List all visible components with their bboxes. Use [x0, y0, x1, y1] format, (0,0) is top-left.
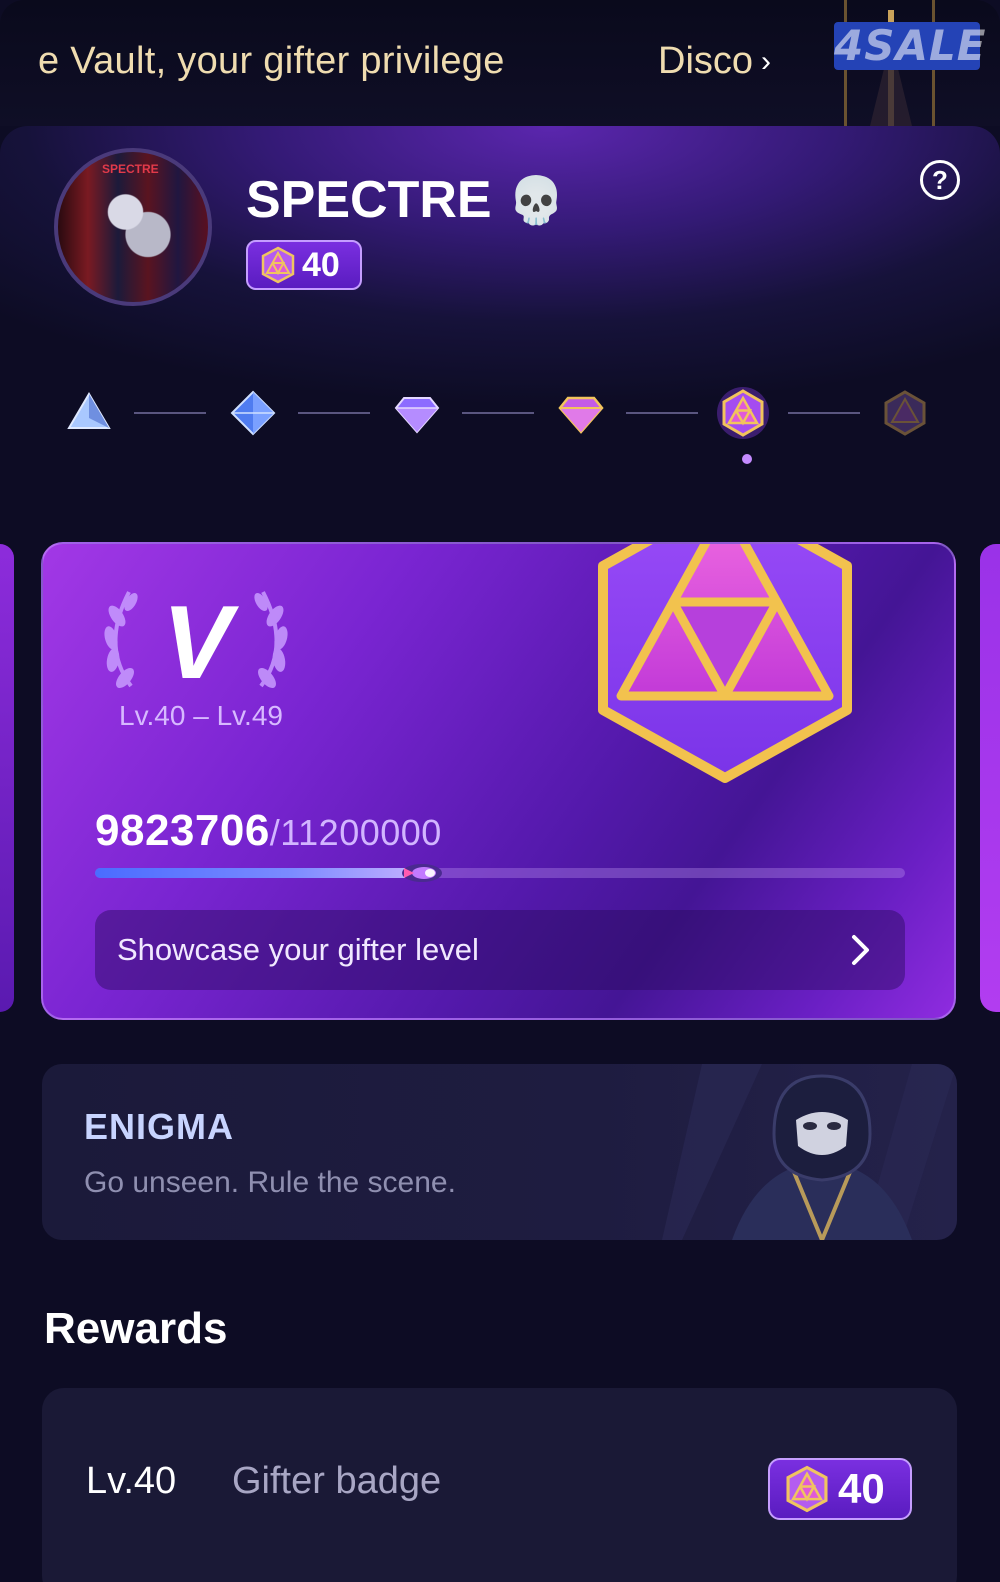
- tier-6-locked-icon[interactable]: [880, 388, 930, 438]
- avatar[interactable]: SPECTRE: [54, 148, 212, 306]
- enigma-feature-card[interactable]: ENIGMA Go unseen. Rule the scene.: [42, 1064, 957, 1240]
- reward-badge-value: 40: [838, 1465, 885, 1512]
- tier-connector: [788, 412, 860, 414]
- tier-connector: [298, 412, 370, 414]
- tier-3-gem-icon[interactable]: [392, 388, 442, 438]
- progress-current: 9823706: [95, 806, 270, 855]
- discover-link[interactable]: Disco ›: [658, 40, 771, 83]
- help-question-icon[interactable]: ?: [920, 160, 960, 200]
- next-tier-card-peek[interactable]: [980, 544, 1000, 1012]
- watermark-logo: 4SALE: [834, 21, 987, 70]
- reward-gifter-badge: 40: [768, 1458, 912, 1520]
- enigma-title: ENIGMA: [84, 1106, 234, 1147]
- current-tier-indicator: [742, 454, 752, 464]
- tier-connector: [134, 412, 206, 414]
- enigma-subtitle: Go unseen. Rule the scene.: [84, 1166, 456, 1199]
- tier-5-large-gem-icon: [598, 544, 852, 783]
- avatar-caption: SPECTRE: [102, 162, 159, 176]
- tier-connector: [626, 412, 698, 414]
- level-progress-bar: [95, 864, 905, 882]
- chevron-right-icon: ›: [761, 44, 772, 78]
- username-row: SPECTRE 💀: [246, 170, 565, 230]
- username: SPECTRE: [246, 171, 492, 229]
- rewards-heading: Rewards: [44, 1304, 228, 1353]
- icosahedron-gem-icon: [786, 1465, 828, 1513]
- tier-4-gem-icon[interactable]: [556, 388, 606, 438]
- tier-progression-track: [0, 386, 1000, 478]
- tier-2-diamond-icon[interactable]: [228, 388, 278, 438]
- rocket-marker-icon: [402, 864, 442, 882]
- tier-roman-numeral: V: [162, 585, 232, 701]
- banner-marquee-text: e Vault, your gifter privilege: [38, 40, 505, 82]
- hooded-masked-figure-icon: [662, 1064, 957, 1240]
- discover-label: Disco: [658, 40, 754, 82]
- skull-emoji-icon: 💀: [507, 173, 565, 226]
- tier-level-card[interactable]: V Lv.40 – Lv.49 9823706/11200000 Showcas…: [41, 542, 956, 1020]
- tier-1-triangle-icon[interactable]: [64, 388, 114, 438]
- reward-item[interactable]: Lv.40 Gifter badge 40: [42, 1388, 957, 1582]
- progress-fill: [95, 868, 422, 878]
- icosahedron-gem-icon: [261, 246, 295, 284]
- chevron-right-icon: [852, 935, 869, 965]
- showcase-gifter-level-button[interactable]: Showcase your gifter level: [95, 910, 905, 990]
- tier-5-icosahedron-icon[interactable]: [716, 386, 770, 440]
- previous-tier-card-peek[interactable]: [0, 544, 14, 1012]
- top-banner[interactable]: e Vault, your gifter privilege Disco › 4…: [0, 0, 1000, 126]
- tier-level-range: Lv.40 – Lv.49: [119, 700, 283, 731]
- progress-total: /11200000: [269, 812, 442, 853]
- level-number: 40: [302, 245, 340, 284]
- profile-header: SPECTRE SPECTRE 💀 40 ?: [0, 126, 1000, 526]
- gifter-level-badge: 40: [246, 240, 362, 290]
- reward-name: Gifter badge: [232, 1460, 442, 1502]
- showcase-label: Showcase your gifter level: [117, 932, 479, 967]
- reward-level: Lv.40: [86, 1460, 177, 1502]
- tier-connector: [462, 412, 534, 414]
- progress-label: 9823706/11200000: [95, 806, 442, 856]
